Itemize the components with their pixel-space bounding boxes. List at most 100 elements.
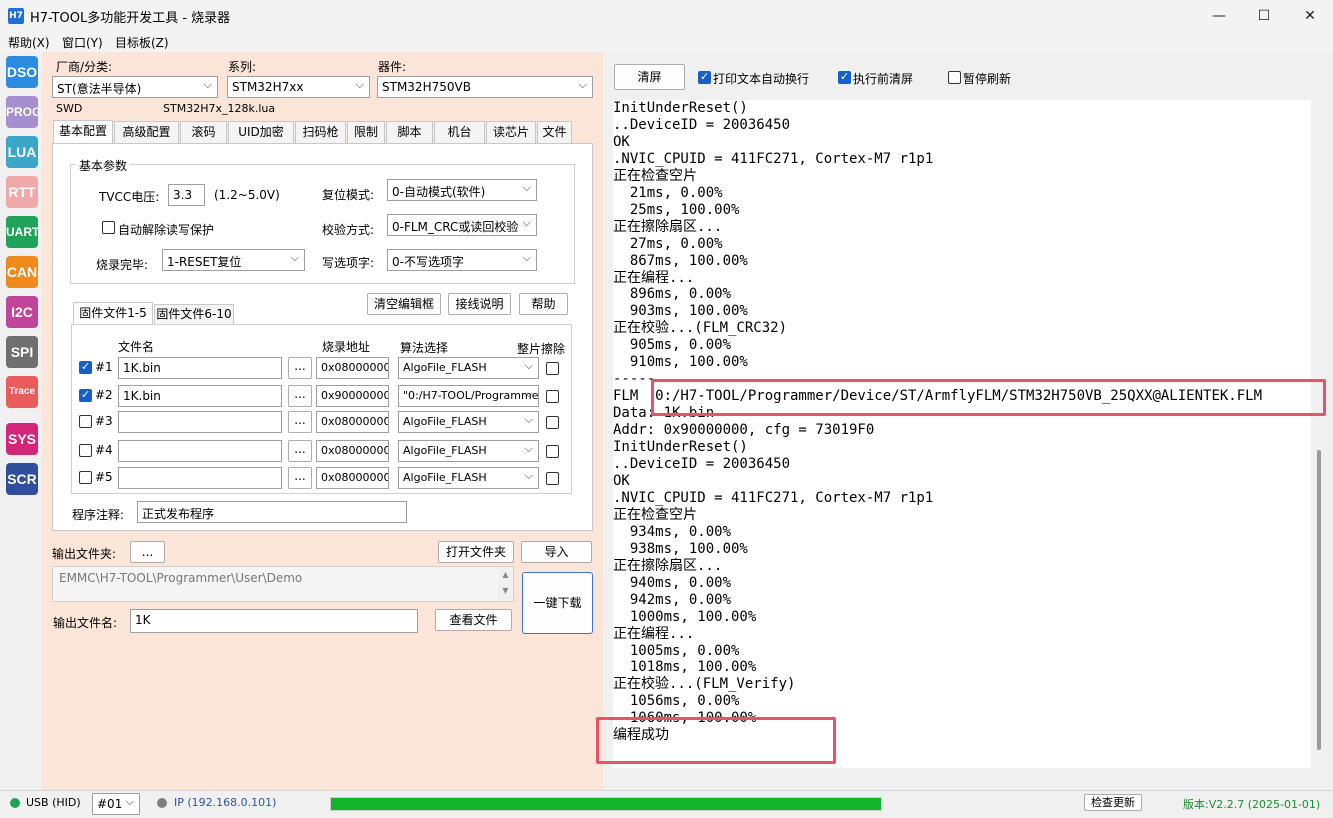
tvcc-label: TVCC电压: bbox=[99, 190, 160, 204]
close-button[interactable]: ✕ bbox=[1287, 0, 1333, 32]
menu-bar: 帮助(X) 窗口(Y) 目标板(Z) bbox=[0, 32, 1333, 52]
view-file-button[interactable]: 查看文件 bbox=[435, 609, 512, 631]
firmware-3-checkbox[interactable] bbox=[79, 415, 92, 428]
tab-firmware-1-5[interactable]: 固件文件1-5 bbox=[73, 302, 153, 324]
menu-target-board[interactable]: 目标板(Z) bbox=[115, 34, 169, 51]
console-line: 正在擦除扇区... bbox=[613, 557, 723, 574]
firmware-3-browse-button[interactable]: ... bbox=[288, 411, 312, 433]
firmware-5-erase-checkbox[interactable] bbox=[546, 472, 559, 485]
firmware-5-checkbox[interactable] bbox=[79, 471, 92, 484]
device-select[interactable]: STM32H750VB bbox=[377, 76, 593, 98]
one-click-download-button[interactable]: 一键下载 bbox=[522, 572, 593, 634]
console-scrollbar[interactable] bbox=[1312, 100, 1328, 768]
firmware-2-erase-checkbox[interactable] bbox=[546, 390, 559, 403]
title-bar: H7 H7-TOOL多功能开发工具 - 烧录器 — ☐ ✕ bbox=[0, 0, 1333, 32]
log-console[interactable]: InitUnderReset() ..DeviceID = 20036450 OK.… bbox=[613, 100, 1311, 768]
sidebar-trace-button[interactable]: Trace bbox=[6, 376, 38, 408]
tab-limit[interactable]: 限制 bbox=[347, 121, 385, 143]
firmware-5-file-input[interactable] bbox=[118, 467, 282, 489]
auto-unprotect-checkbox[interactable] bbox=[102, 221, 115, 234]
firmware-1-browse-button[interactable]: ... bbox=[288, 357, 312, 379]
check-update-button[interactable]: 检查更新 bbox=[1084, 794, 1142, 811]
device-index-select[interactable]: #01 bbox=[92, 793, 140, 815]
console-line: 正在检查空片 bbox=[613, 506, 697, 523]
firmware-3-addr-input[interactable]: 0x08000000 bbox=[316, 411, 389, 433]
vendor-select[interactable]: ST(意法半导体) bbox=[52, 76, 218, 98]
note-input[interactable]: 正式发布程序 bbox=[137, 501, 407, 523]
output-folder-browse[interactable]: ... bbox=[130, 541, 165, 563]
tab-uid-encrypt[interactable]: UID加密 bbox=[228, 121, 294, 143]
firmware-4-algo-select[interactable]: AlgoFile_FLASH bbox=[398, 440, 539, 462]
sidebar-i2c-button[interactable]: I2C bbox=[6, 296, 38, 328]
firmware-5-algo-select[interactable]: AlgoFile_FLASH bbox=[398, 467, 539, 489]
minimize-button[interactable]: — bbox=[1196, 0, 1242, 32]
tab-scanner[interactable]: 扫码枪 bbox=[295, 121, 346, 143]
usb-status-dot bbox=[10, 798, 20, 808]
clear-editor-button[interactable]: 清空编辑框 bbox=[367, 293, 441, 315]
firmware-1-checkbox[interactable] bbox=[79, 360, 92, 374]
open-folder-button[interactable]: 打开文件夹 bbox=[438, 541, 514, 563]
firmware-2-file-input[interactable]: 1K.bin bbox=[118, 385, 282, 407]
maximize-button[interactable]: ☐ bbox=[1241, 0, 1287, 32]
tab-firmware-6-10[interactable]: 固件文件6-10 bbox=[154, 304, 234, 324]
output-name-label: 输出文件名: bbox=[53, 616, 118, 630]
sidebar-scr-button[interactable]: SCR bbox=[6, 463, 38, 495]
reset-mode-select[interactable]: 0-自动模式(软件) bbox=[387, 179, 537, 201]
auto-wrap-checkbox[interactable] bbox=[698, 70, 711, 84]
sidebar-sys-button[interactable]: SYS bbox=[6, 423, 38, 455]
firmware-1-algo-select[interactable]: AlgoFile_FLASH bbox=[398, 357, 539, 379]
sidebar-lua-button[interactable]: LUA bbox=[6, 136, 38, 168]
firmware-4-browse-button[interactable]: ... bbox=[288, 440, 312, 462]
sidebar-spi-button[interactable]: SPI bbox=[6, 336, 38, 368]
firmware-1-erase-checkbox[interactable] bbox=[546, 362, 559, 375]
sidebar-prog-button[interactable]: PROG bbox=[6, 96, 41, 128]
wiring-button[interactable]: 接线说明 bbox=[448, 293, 511, 315]
output-path-box[interactable]: EMMC\H7-TOOL\Programmer\User\Demo bbox=[52, 566, 514, 602]
firmware-2-algo-select[interactable]: "0:/H7-TOOL/Programme bbox=[398, 385, 539, 407]
option-bytes-select[interactable]: 0-不写选项字 bbox=[387, 249, 537, 271]
firmware-4-erase-checkbox[interactable] bbox=[546, 445, 559, 458]
tab-advanced-config[interactable]: 高级配置 bbox=[114, 121, 179, 143]
sidebar-uart-button[interactable]: UART bbox=[6, 216, 39, 248]
firmware-2-browse-button[interactable]: ... bbox=[288, 385, 312, 407]
firmware-2-addr-input[interactable]: 0x90000000 bbox=[316, 385, 389, 407]
after-burn-select[interactable]: 1-RESET复位 bbox=[162, 249, 305, 271]
output-path-scrollbar[interactable]: ▲ ▼ bbox=[498, 567, 513, 601]
auto-unprotect-label: 自动解除读写保护 bbox=[118, 223, 215, 237]
console-scroll-thumb[interactable] bbox=[1317, 450, 1321, 750]
firmware-3-algo-select[interactable]: AlgoFile_FLASH bbox=[398, 411, 539, 433]
clear-screen-button[interactable]: 清屏 bbox=[614, 64, 685, 90]
sidebar-dso-button[interactable]: DSO bbox=[6, 56, 38, 88]
tab-rolling-code[interactable]: 滚码 bbox=[180, 121, 227, 143]
import-button[interactable]: 导入 bbox=[521, 541, 592, 563]
sidebar-rtt-button[interactable]: RTT bbox=[6, 176, 38, 208]
firmware-1-addr-input[interactable]: 0x08000000 bbox=[316, 357, 389, 379]
firmware-2-checkbox[interactable] bbox=[79, 388, 92, 402]
console-line: 905ms, 0.00% bbox=[613, 337, 732, 354]
help-button[interactable]: 帮助 bbox=[519, 293, 568, 315]
menu-window[interactable]: 窗口(Y) bbox=[62, 34, 103, 51]
window-title: H7-TOOL多功能开发工具 - 烧录器 bbox=[30, 11, 231, 26]
tab-script[interactable]: 脚本 bbox=[386, 121, 433, 143]
firmware-5-addr-input[interactable]: 0x08000000 bbox=[316, 467, 389, 489]
firmware-3-erase-checkbox[interactable] bbox=[546, 416, 559, 429]
firmware-4-addr-input[interactable]: 0x08000000 bbox=[316, 440, 389, 462]
output-name-input[interactable]: 1K bbox=[130, 609, 418, 633]
firmware-1-file-input[interactable]: 1K.bin bbox=[118, 357, 282, 379]
clear-before-run-checkbox[interactable] bbox=[838, 70, 851, 84]
sidebar-can-button[interactable]: CAN bbox=[6, 256, 38, 288]
menu-help[interactable]: 帮助(X) bbox=[8, 34, 50, 51]
tab-machine[interactable]: 机台 bbox=[434, 121, 485, 143]
tab-read-chip[interactable]: 读芯片 bbox=[486, 121, 536, 143]
firmware-3-file-input[interactable] bbox=[118, 411, 282, 433]
tab-file[interactable]: 文件 bbox=[537, 121, 572, 143]
console-line: OK bbox=[613, 472, 630, 489]
tab-basic-config[interactable]: 基本配置 bbox=[53, 120, 113, 144]
pause-refresh-checkbox[interactable] bbox=[948, 71, 961, 84]
tvcc-input[interactable]: 3.3 bbox=[168, 184, 205, 206]
firmware-4-file-input[interactable] bbox=[118, 440, 282, 462]
series-select[interactable]: STM32H7xx bbox=[227, 76, 370, 98]
firmware-5-browse-button[interactable]: ... bbox=[288, 467, 312, 489]
firmware-4-checkbox[interactable] bbox=[79, 444, 92, 457]
verify-select[interactable]: 0-FLM_CRC或读回校验 bbox=[387, 214, 537, 236]
